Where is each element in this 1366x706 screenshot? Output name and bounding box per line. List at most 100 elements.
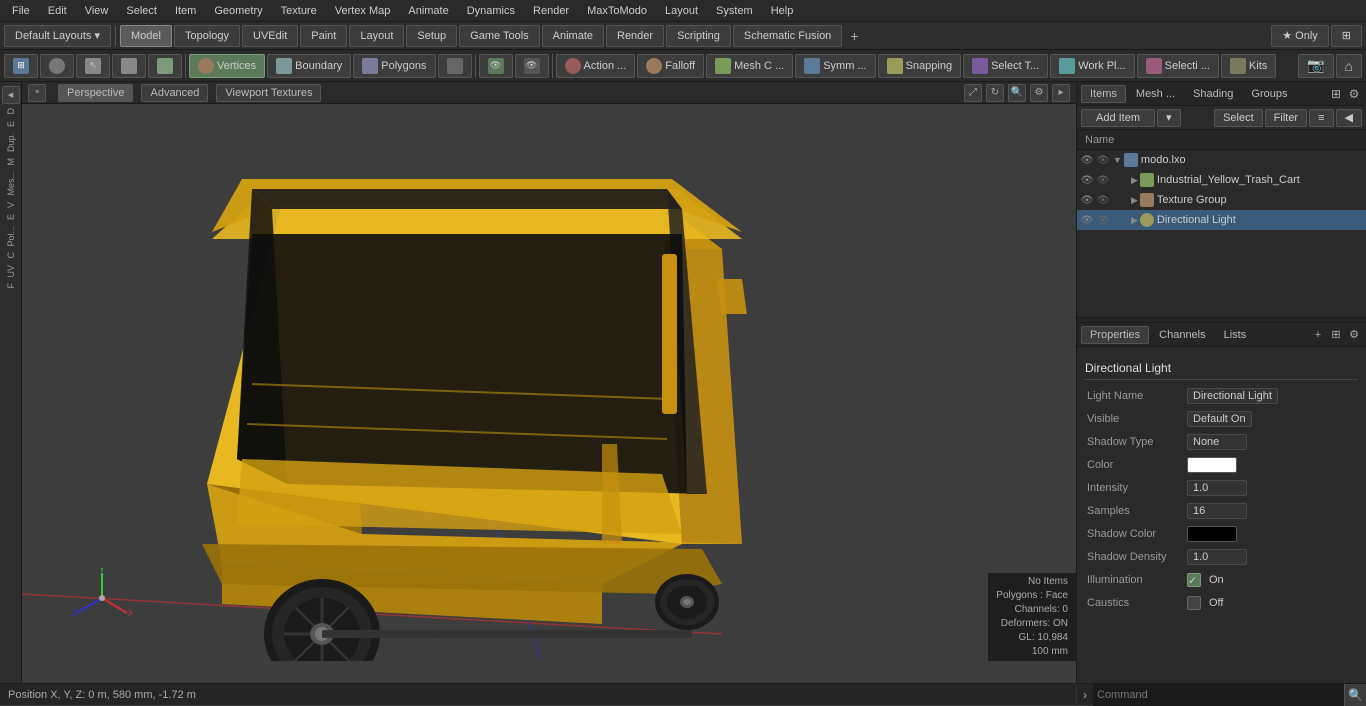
add-item-btn[interactable]: Add Item	[1081, 109, 1155, 127]
star-only-badge[interactable]: ★ Only	[1271, 25, 1329, 47]
menu-layout[interactable]: Layout	[657, 3, 706, 19]
tool-grid-btn[interactable]: ⊞	[4, 54, 38, 78]
item-texture-eye[interactable]: 👁	[1079, 192, 1095, 208]
sidebar-label-c[interactable]: C	[4, 250, 18, 261]
item-root-arrow[interactable]: ▼	[1113, 155, 1122, 165]
items-expand-icon[interactable]: ⊞	[1328, 86, 1344, 102]
tool-box-btn[interactable]	[112, 54, 146, 78]
menu-dynamics[interactable]: Dynamics	[459, 3, 523, 19]
menu-help[interactable]: Help	[763, 3, 802, 19]
tool-sphere-btn[interactable]	[40, 54, 74, 78]
props-add-icon[interactable]: +	[1310, 327, 1326, 343]
add-tab-button[interactable]: +	[844, 26, 864, 46]
symm-btn[interactable]: Symm ...	[795, 54, 875, 78]
item-texture-arrow[interactable]: ▶	[1131, 195, 1138, 206]
menu-texture[interactable]: Texture	[273, 3, 325, 19]
camera-btn[interactable]: 📷	[1298, 54, 1333, 78]
item-texture-eye2[interactable]: 👁	[1095, 192, 1111, 208]
props-tab-lists[interactable]: Lists	[1216, 327, 1255, 343]
mesh-btn[interactable]: Mesh C ...	[706, 54, 793, 78]
command-search-btn[interactable]: 🔍	[1344, 684, 1366, 706]
prop-visible-val[interactable]: Default On	[1187, 411, 1252, 427]
tab-animate[interactable]: Animate	[542, 25, 604, 47]
prop-shadow-density-val[interactable]: 1.0	[1187, 549, 1247, 565]
sidebar-label-e2[interactable]: E	[4, 212, 18, 222]
tab-uvedit[interactable]: UVEdit	[242, 25, 298, 47]
kits-btn[interactable]: Kits	[1221, 54, 1276, 78]
tab-model[interactable]: Model	[120, 25, 172, 47]
select-btn[interactable]: Select	[1214, 109, 1263, 127]
prop-light-name-val[interactable]: Directional Light	[1187, 388, 1278, 404]
boundary-btn[interactable]: Boundary	[267, 54, 351, 78]
sidebar-label-m[interactable]: M	[4, 156, 18, 168]
menu-geometry[interactable]: Geometry	[206, 3, 270, 19]
maximize-button[interactable]: ⊞	[1331, 25, 1362, 47]
work-plane-btn[interactable]: Work Pl...	[1050, 54, 1134, 78]
item-mesh[interactable]: 👁 👁 ▶ Industrial_Yellow_Trash_Cart	[1077, 170, 1366, 190]
sidebar-label-e[interactable]: E	[4, 119, 18, 129]
command-input[interactable]	[1093, 684, 1344, 706]
tool-eye2-btn[interactable]: 👁	[515, 54, 549, 78]
vertices-btn[interactable]: Vertices	[189, 54, 265, 78]
props-tab-properties[interactable]: Properties	[1081, 326, 1149, 344]
sidebar-label-d[interactable]: D	[4, 106, 18, 117]
menu-animate[interactable]: Animate	[400, 3, 456, 19]
action-btn[interactable]: Action ...	[556, 54, 636, 78]
sidebar-label-pol[interactable]: Pol...	[4, 224, 18, 249]
item-light[interactable]: 👁 👁 ▶ Directional Light	[1077, 210, 1366, 230]
prop-caustics-checkbox[interactable]	[1187, 596, 1201, 610]
item-root-eye2[interactable]: 👁	[1095, 152, 1111, 168]
add-item-dropdown[interactable]: ▾	[1157, 109, 1181, 127]
items-tab-items[interactable]: Items	[1081, 85, 1126, 103]
props-tab-channels[interactable]: Channels	[1151, 327, 1213, 343]
viewport[interactable]: ≡ Perspective Advanced Viewport Textures…	[22, 82, 1076, 683]
item-root-eye[interactable]: 👁	[1079, 152, 1095, 168]
tool-transform-btn[interactable]	[148, 54, 182, 78]
viewport-ctrl-search[interactable]: 🔍	[1008, 84, 1026, 102]
prop-samples-val[interactable]: 16	[1187, 503, 1247, 519]
menu-edit[interactable]: Edit	[40, 3, 75, 19]
tab-paint[interactable]: Paint	[300, 25, 347, 47]
prop-shadow-color-swatch[interactable]	[1187, 526, 1237, 542]
menu-select[interactable]: Select	[118, 3, 165, 19]
tool-square-btn[interactable]	[438, 54, 472, 78]
menu-file[interactable]: File	[4, 3, 38, 19]
menu-maxtomodo[interactable]: MaxToModo	[579, 3, 655, 19]
filter-btn[interactable]: Filter	[1265, 109, 1307, 127]
menu-system[interactable]: System	[708, 3, 761, 19]
tool-eye-btn[interactable]: 👁	[479, 54, 513, 78]
props-settings-icon[interactable]: ⚙	[1346, 327, 1362, 343]
items-collapse-btn[interactable]: ◀	[1336, 109, 1362, 127]
sidebar-collapse-btn[interactable]: ◀	[2, 86, 20, 104]
select-t-btn[interactable]: Select T...	[963, 54, 1048, 78]
menu-item[interactable]: Item	[167, 3, 204, 19]
viewport-ctrl-refresh[interactable]: ↻	[986, 84, 1004, 102]
items-more-btn[interactable]: ≡	[1309, 109, 1333, 127]
tab-topology[interactable]: Topology	[174, 25, 240, 47]
vp-tab-textures[interactable]: Viewport Textures	[216, 84, 321, 102]
sidebar-label-dup[interactable]: Dup.	[4, 131, 18, 154]
tab-schematic[interactable]: Schematic Fusion	[733, 25, 842, 47]
sidebar-label-mes[interactable]: Mes...	[4, 169, 18, 198]
menu-view[interactable]: View	[77, 3, 117, 19]
item-light-arrow[interactable]: ▶	[1131, 215, 1138, 226]
vp-tab-advanced[interactable]: Advanced	[141, 84, 208, 102]
sidebar-label-v[interactable]: V	[4, 200, 18, 210]
item-root[interactable]: 👁 👁 ▼ modo.lxo	[1077, 150, 1366, 170]
prop-intensity-val[interactable]: 1.0	[1187, 480, 1247, 496]
tab-scripting[interactable]: Scripting	[666, 25, 731, 47]
items-tab-shading[interactable]: Shading	[1185, 86, 1241, 102]
items-tab-groups[interactable]: Groups	[1243, 86, 1295, 102]
tab-render[interactable]: Render	[606, 25, 664, 47]
falloff-btn[interactable]: Falloff	[637, 54, 704, 78]
tool-cursor-btn[interactable]: ↖	[76, 54, 110, 78]
prop-color-swatch[interactable]	[1187, 457, 1237, 473]
item-mesh-arrow[interactable]: ▶	[1131, 175, 1138, 186]
sidebar-label-f[interactable]: F	[4, 281, 18, 291]
sidebar-label-uv[interactable]: UV	[4, 263, 18, 280]
home-btn[interactable]: ⌂	[1336, 54, 1362, 78]
item-light-eye2[interactable]: 👁	[1095, 212, 1111, 228]
vp-tab-perspective[interactable]: Perspective	[58, 84, 133, 102]
polygons-btn[interactable]: Polygons	[353, 54, 435, 78]
viewport-menu-btn[interactable]: ≡	[28, 84, 46, 102]
